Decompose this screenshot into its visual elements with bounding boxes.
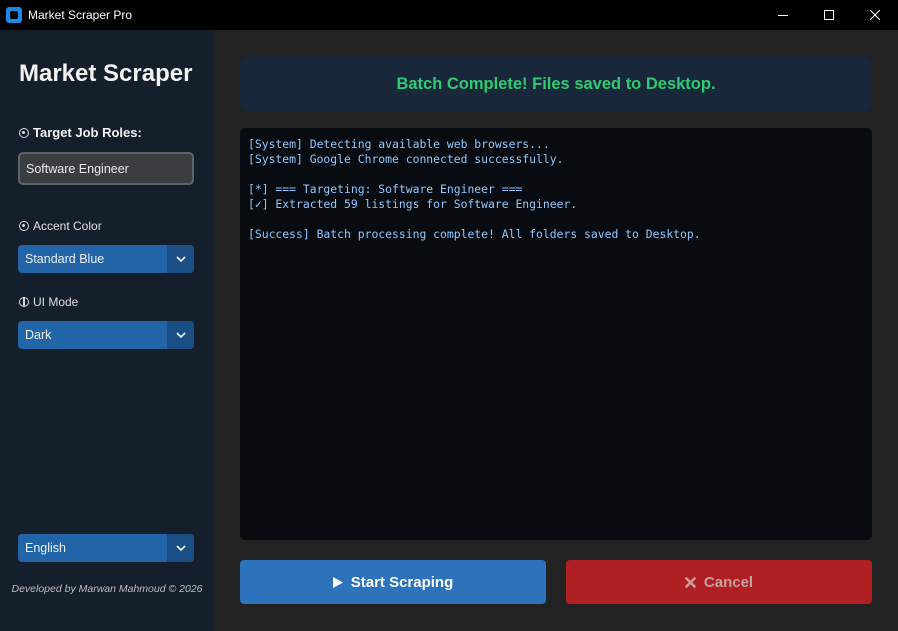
- language-value: English: [25, 541, 66, 555]
- status-banner: Batch Complete! Files saved to Desktop.: [240, 56, 872, 112]
- cancel-x-icon: [685, 576, 696, 588]
- globe-icon: [19, 297, 29, 307]
- accent-dropdown-button[interactable]: [167, 245, 194, 273]
- log-console[interactable]: [System] Detecting available web browser…: [240, 128, 872, 540]
- language-select[interactable]: English: [18, 534, 194, 562]
- start-scraping-label: Start Scraping: [350, 573, 454, 591]
- cancel-button[interactable]: Cancel: [566, 560, 872, 604]
- target-roles-label-text: Target Job Roles:: [33, 125, 142, 140]
- ui-mode-dropdown-button[interactable]: [167, 321, 194, 349]
- chevron-down-icon: [175, 256, 186, 262]
- language-dropdown-button[interactable]: [167, 534, 194, 562]
- app-title: Market Scraper: [19, 60, 193, 87]
- close-button[interactable]: [852, 0, 898, 30]
- target-roles-label: Target Job Roles:: [19, 125, 142, 140]
- ui-mode-label-text: UI Mode: [33, 295, 79, 309]
- accent-color-select[interactable]: Standard Blue: [18, 245, 194, 273]
- start-scraping-button[interactable]: Start Scraping: [240, 560, 546, 604]
- target-roles-input[interactable]: [18, 152, 194, 185]
- target-icon: [19, 127, 29, 138]
- accent-color-value: Standard Blue: [25, 252, 105, 266]
- console-line: [System] Detecting available web browser…: [248, 137, 550, 151]
- palette-icon: [19, 221, 29, 231]
- close-icon: [870, 10, 880, 20]
- ui-mode-value: Dark: [25, 328, 52, 342]
- developer-credit: Developed by Marwan Mahmoud © 2026: [11, 583, 203, 595]
- ui-mode-label: UI Mode: [19, 295, 78, 309]
- window-controls: [760, 0, 898, 30]
- accent-color-label: Accent Color: [19, 219, 102, 233]
- title-bar: Market Scraper Pro: [0, 0, 898, 30]
- chevron-down-icon: [175, 545, 186, 551]
- console-line: [*] === Targeting: Software Engineer ===: [248, 182, 523, 196]
- minimize-button[interactable]: [760, 0, 806, 30]
- console-line: [Success] Batch processing complete! All…: [248, 227, 701, 241]
- window-title: Market Scraper Pro: [28, 8, 133, 22]
- chevron-down-icon: [175, 332, 186, 338]
- cancel-label: Cancel: [703, 573, 754, 591]
- console-line: [✓] Extracted 59 listings for Software E…: [248, 197, 578, 211]
- play-icon: [332, 576, 343, 588]
- maximize-button[interactable]: [806, 0, 852, 30]
- console-line: [System] Google Chrome connected success…: [248, 152, 564, 166]
- accent-color-label-text: Accent Color: [33, 219, 102, 233]
- minimize-icon: [778, 15, 788, 16]
- ui-mode-select[interactable]: Dark: [18, 321, 194, 349]
- main-panel: Batch Complete! Files saved to Desktop. …: [214, 30, 898, 631]
- app-icon: [6, 7, 22, 23]
- sidebar: Market Scraper Target Job Roles: Accent …: [0, 30, 214, 631]
- maximize-icon: [824, 10, 834, 20]
